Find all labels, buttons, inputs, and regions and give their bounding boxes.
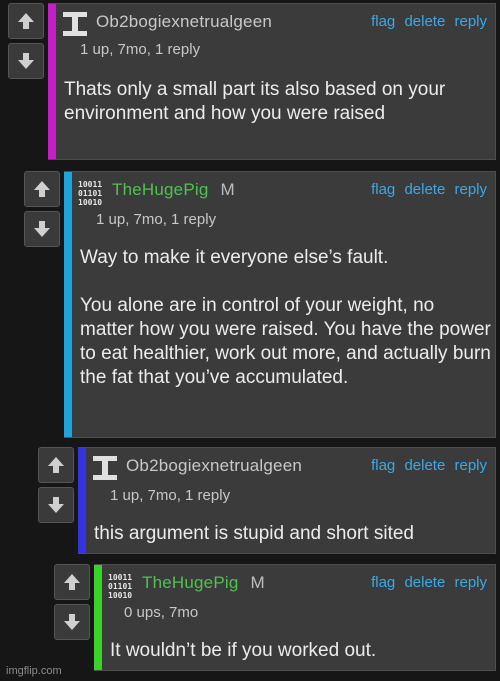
reply-link[interactable]: reply — [454, 13, 487, 30]
downvote-button[interactable] — [8, 43, 44, 79]
upvote-button[interactable] — [38, 447, 74, 483]
comment-card: 10011 01101 10010 TheHugePig M flag delet… — [64, 171, 496, 438]
comment-actions: flag delete reply — [366, 13, 487, 30]
arrow-up-icon — [18, 13, 34, 29]
comment-meta: 1 up, 7mo, 1 reply — [80, 41, 201, 58]
comment-card: Ob2bogiexnetrualgeen flag delete reply 1… — [78, 447, 496, 554]
svg-text:01101: 01101 — [108, 582, 132, 591]
svg-text:10010: 10010 — [108, 591, 132, 600]
arrow-down-icon — [18, 53, 34, 69]
arrow-down-icon — [34, 221, 50, 237]
comment-actions: flag delete reply — [366, 574, 487, 591]
comment-meta: 0 ups, 7mo — [124, 604, 199, 621]
reply-link[interactable]: reply — [454, 181, 487, 198]
comment-actions: flag delete reply — [366, 181, 487, 198]
svg-text:10010: 10010 — [78, 198, 102, 207]
upvote-button[interactable] — [54, 564, 90, 600]
vote-controls — [38, 447, 74, 523]
vote-controls — [24, 171, 60, 247]
delete-link[interactable]: delete — [404, 574, 445, 591]
binary-avatar: 10011 01101 10010 — [78, 180, 102, 207]
thread-stripe — [64, 172, 72, 437]
vote-controls — [8, 3, 44, 79]
svg-text:10011: 10011 — [78, 180, 102, 189]
watermark: imgflip.com — [6, 665, 62, 677]
flag-link[interactable]: flag — [371, 457, 395, 474]
reply-link[interactable]: reply — [454, 457, 487, 474]
flag-link[interactable]: flag — [371, 13, 395, 30]
username-text: Ob2bogiexnetrualgeen — [126, 456, 303, 475]
delete-link[interactable]: delete — [404, 457, 445, 474]
comment: 10011 01101 10010 TheHugePig M flag delet… — [54, 564, 496, 671]
username-text: Ob2bogiexnetrualgeen — [96, 12, 273, 31]
arrow-up-icon — [34, 181, 50, 197]
username-text: TheHugePig — [142, 573, 239, 592]
comment-meta: 1 up, 7mo, 1 reply — [96, 211, 217, 228]
svg-text:10011: 10011 — [108, 573, 132, 582]
comment-card: Ob2bogiexnetrualgeen flag delete reply 1… — [48, 3, 496, 160]
i-beam-avatar — [93, 456, 117, 480]
upvote-button[interactable] — [8, 3, 44, 39]
flag-link[interactable]: flag — [371, 574, 395, 591]
thread-stripe — [78, 448, 86, 553]
comment-text: It wouldn’t be if you worked out. — [110, 640, 377, 661]
comment-actions: flag delete reply — [366, 457, 487, 474]
arrow-up-icon — [64, 574, 80, 590]
thread-stripe — [94, 565, 102, 670]
mod-badge: M — [250, 573, 265, 592]
comment: Ob2bogiexnetrualgeen flag delete reply 1… — [8, 3, 496, 160]
mod-badge: M — [220, 180, 235, 199]
reply-link[interactable]: reply — [454, 574, 487, 591]
comment: Ob2bogiexnetrualgeen flag delete reply 1… — [38, 447, 496, 554]
username-text: TheHugePig — [112, 180, 209, 199]
flag-link[interactable]: flag — [371, 181, 395, 198]
username[interactable]: Ob2bogiexnetrualgeen — [96, 12, 272, 32]
i-beam-avatar — [63, 12, 87, 36]
downvote-button[interactable] — [38, 487, 74, 523]
arrow-up-icon — [48, 457, 64, 473]
comment-text: this argument is stupid and short sited — [94, 523, 415, 544]
downvote-button[interactable] — [24, 211, 60, 247]
username[interactable]: Ob2bogiexnetrualgeen — [126, 456, 302, 476]
username[interactable]: TheHugePig M — [112, 180, 235, 200]
thread-stripe — [48, 4, 56, 159]
arrow-down-icon — [64, 614, 80, 630]
downvote-button[interactable] — [54, 604, 90, 640]
svg-text:01101: 01101 — [78, 189, 102, 198]
binary-avatar: 10011 01101 10010 — [108, 573, 132, 600]
comment-card: 10011 01101 10010 TheHugePig M flag delet… — [94, 564, 496, 671]
comment: 10011 01101 10010 TheHugePig M flag delet… — [24, 171, 496, 438]
username[interactable]: TheHugePig M — [142, 573, 265, 593]
upvote-button[interactable] — [24, 171, 60, 207]
comment-text: Way to make it everyone else’s fault. Yo… — [80, 247, 491, 388]
delete-link[interactable]: delete — [404, 181, 445, 198]
vote-controls — [54, 564, 90, 640]
comment-meta: 1 up, 7mo, 1 reply — [110, 487, 231, 504]
arrow-down-icon — [48, 497, 64, 513]
comment-text: Thats only a small part its also based o… — [64, 79, 446, 124]
delete-link[interactable]: delete — [404, 13, 445, 30]
